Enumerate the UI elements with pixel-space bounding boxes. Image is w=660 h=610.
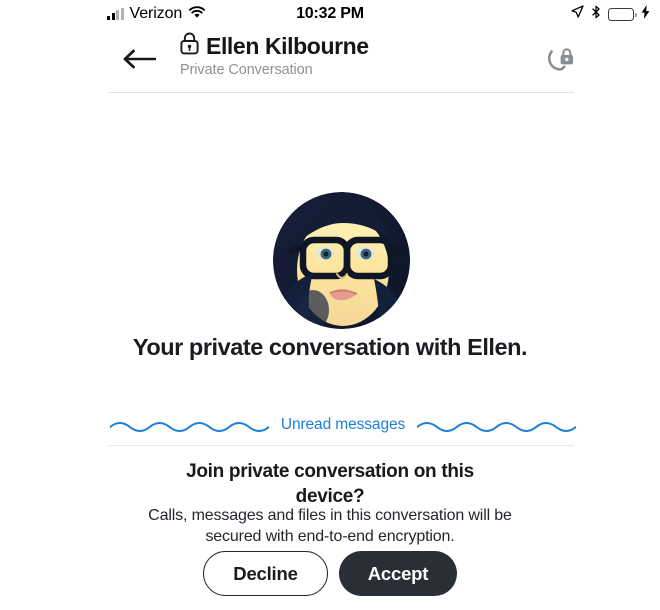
page-title: Ellen Kilbourne <box>206 33 369 59</box>
section-divider <box>108 445 574 446</box>
accept-button[interactable]: Accept <box>339 551 457 596</box>
battery-low-icon <box>608 7 637 21</box>
decline-button[interactable]: Decline <box>203 551 328 596</box>
secure-call-icon <box>547 48 573 71</box>
wave-line-left-icon <box>108 417 270 433</box>
join-prompt-actions: Decline Accept <box>0 551 660 596</box>
conversation-subtitle: Private Conversation <box>180 62 313 78</box>
header-divider <box>108 92 574 93</box>
conversation-header: Ellen Kilbourne Private Conversation <box>0 28 660 90</box>
unread-divider-row: Unread messages <box>108 412 578 438</box>
join-prompt-body: Calls, messages and files in this conver… <box>148 507 512 545</box>
lock-icon <box>180 32 199 60</box>
charging-bolt-icon <box>641 4 650 24</box>
status-bar: Verizon 10:32 PM <box>0 0 660 28</box>
wave-line-right-icon <box>416 417 578 433</box>
private-conversation-message: Your private conversation with Ellen. <box>132 334 528 360</box>
back-button[interactable] <box>122 46 158 72</box>
unread-messages-label: Unread messages <box>280 416 406 433</box>
status-bar-right <box>571 4 650 24</box>
avatar[interactable] <box>273 192 410 329</box>
secure-call-button[interactable] <box>542 43 576 77</box>
bluetooth-icon <box>591 5 601 24</box>
status-bar-clock: 10:32 PM <box>296 5 364 22</box>
header-title-block[interactable]: Ellen Kilbourne Private Conversation <box>180 31 369 78</box>
location-arrow-icon <box>571 5 584 23</box>
join-prompt-title: Join private conversation on this device… <box>186 461 474 507</box>
back-arrow-icon <box>123 49 156 69</box>
